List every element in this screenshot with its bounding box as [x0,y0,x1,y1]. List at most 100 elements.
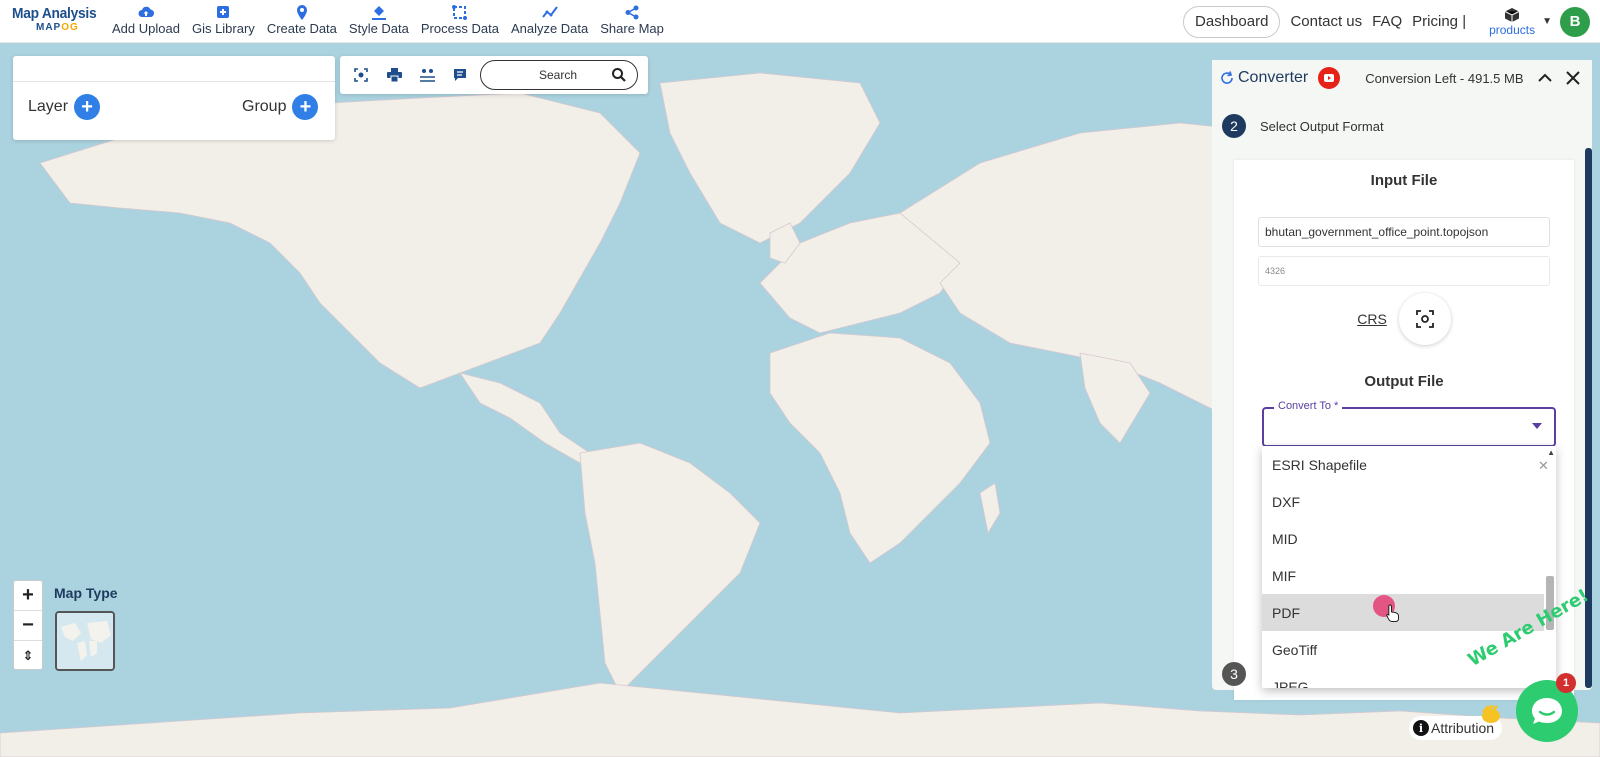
search-input[interactable]: Search [480,60,638,90]
map-type-preview [57,613,113,669]
cube-icon [1504,7,1520,23]
map-type-label: Map Type [54,585,118,601]
format-dropdown: ESRI Shapefile DXF MID MIF PDF GeoTiff J… [1262,446,1556,688]
dropdown-option[interactable]: MID [1262,520,1544,557]
nav-label: Add Upload [112,21,180,36]
process-icon [452,4,468,20]
add-layer-row: Layer + [28,94,101,120]
nav-label: Create Data [266,21,337,36]
input-filename-field[interactable]: bhutan_government_office_point.topojson [1258,217,1550,247]
nav-add-upload[interactable]: Add Upload [106,4,186,42]
nav-label: Analyze Data [510,21,589,36]
chevron-down-icon[interactable]: ▼ [1542,16,1552,27]
youtube-icon[interactable] [1318,67,1341,89]
faq-link[interactable]: FAQ [1372,13,1402,30]
logo-sub: MAPOG [36,22,102,33]
logo-sub-main: MAP [36,22,62,33]
add-group-row: Group + [242,94,319,120]
products-label: products [1489,22,1536,37]
crs-input[interactable]: 4326 [1258,256,1550,286]
layer-panel-header [13,56,335,82]
dropdown-option[interactable]: JPEG [1262,668,1544,689]
map-type-thumbnail[interactable] [55,611,115,671]
step-3-number: 3 [1222,662,1246,686]
top-navbar: Map Analysis MAPOG Add Upload Gis Librar… [0,0,1600,43]
convert-to-label: Convert To * [1274,400,1343,412]
app-root: Map Analysis MAPOG Add Upload Gis Librar… [0,0,1600,757]
close-icon[interactable] [1564,69,1582,87]
scroll-up-icon[interactable]: ▲ [1547,448,1555,457]
focus-icon[interactable] [348,62,374,88]
analyze-icon [541,4,558,20]
nav-label: Gis Library [191,21,255,36]
zoom-control: + − ⇕ [13,580,43,670]
reset-north-button[interactable]: ⇕ [14,641,42,671]
conversion-left: Conversion Left - 491.5 MB [1365,70,1524,86]
cloud-upload-icon [138,4,154,20]
crs-row: CRS [1250,293,1558,345]
convert-to-select[interactable]: Convert To * [1262,400,1556,447]
layer-label: Layer [28,98,69,115]
dropdown-arrow-icon [1532,423,1542,429]
nav-label: Share Map [600,21,664,36]
converter-header: Converter Conversion Left - 491.5 MB [1212,60,1592,96]
dropdown-option[interactable]: MIF [1262,557,1544,594]
step-2-label: Select Output Format [1260,118,1384,134]
nav-process-data[interactable]: Process Data [415,4,505,42]
panel-scrollbar[interactable] [1585,148,1592,688]
nav-share-map[interactable]: Share Map [594,4,670,42]
nav-label: Style Data [348,21,409,36]
products-menu[interactable]: products [1482,2,1542,42]
step-2-number: 2 [1222,114,1246,138]
contact-link[interactable]: Contact us [1290,13,1362,30]
logo-sub-accent: OG [61,22,79,33]
zoom-in-button[interactable]: + [14,581,42,611]
nav-style-data[interactable]: Style Data [343,4,415,42]
main-nav: Add Upload Gis Library Create Data Style… [106,4,670,42]
chevron-up-icon[interactable] [1536,69,1554,87]
dashboard-button[interactable]: Dashboard [1183,5,1281,38]
map-pin-icon [294,4,310,20]
map-toolbar: Search [340,56,648,94]
input-file-title: Input File [1370,172,1438,189]
avatar[interactable]: B [1560,6,1590,37]
group-label: Group [242,98,287,115]
dropdown-option-highlighted[interactable]: PDF [1262,594,1544,631]
step-3: 3 [1222,662,1246,686]
logo-title: Map Analysis [12,5,97,22]
crs-detect-button[interactable] [1398,293,1451,345]
share-icon [624,4,640,20]
refresh-icon[interactable] [1220,71,1234,85]
info-icon: i [1413,720,1429,736]
nav-label: Process Data [420,21,499,36]
zoom-out-button[interactable]: − [14,611,42,641]
waving-hand-icon [1482,705,1500,723]
measure-icon[interactable] [414,62,440,88]
print-icon[interactable] [381,62,407,88]
dropdown-option[interactable]: DXF [1262,483,1544,520]
input-file-card: Input File bhutan_government_office_poin… [1250,160,1558,350]
nav-gis-library[interactable]: Gis Library [186,4,261,42]
crosshair-icon [1415,310,1434,328]
output-file-title: Output File [1364,373,1444,390]
add-layer-button[interactable]: + [74,94,101,120]
layer-panel: Layer + Group + [13,56,335,140]
hand-cursor-icon [1386,604,1399,622]
chat-notification-badge: 1 [1556,673,1576,693]
right-nav: Dashboard Contact us FAQ Pricing | produ… [1183,0,1600,43]
dropdown-option[interactable]: ESRI Shapefile [1262,446,1544,483]
pricing-link[interactable]: Pricing | [1412,13,1466,30]
step-2: 2 Select Output Format [1222,114,1384,138]
logo[interactable]: Map Analysis MAPOG [12,5,102,39]
comment-icon[interactable] [447,62,473,88]
chat-bubble-icon [1532,698,1562,724]
converter-title: Converter [1238,69,1309,86]
dropdown-scrollbar[interactable]: ▲ [1544,446,1556,688]
search-icon[interactable] [611,67,627,83]
crs-link[interactable]: CRS [1357,311,1387,327]
library-icon [215,4,231,20]
add-group-button[interactable]: + [292,94,319,120]
paint-bucket-icon [371,4,387,20]
nav-create-data[interactable]: Create Data [261,4,343,42]
nav-analyze-data[interactable]: Analyze Data [505,4,594,42]
